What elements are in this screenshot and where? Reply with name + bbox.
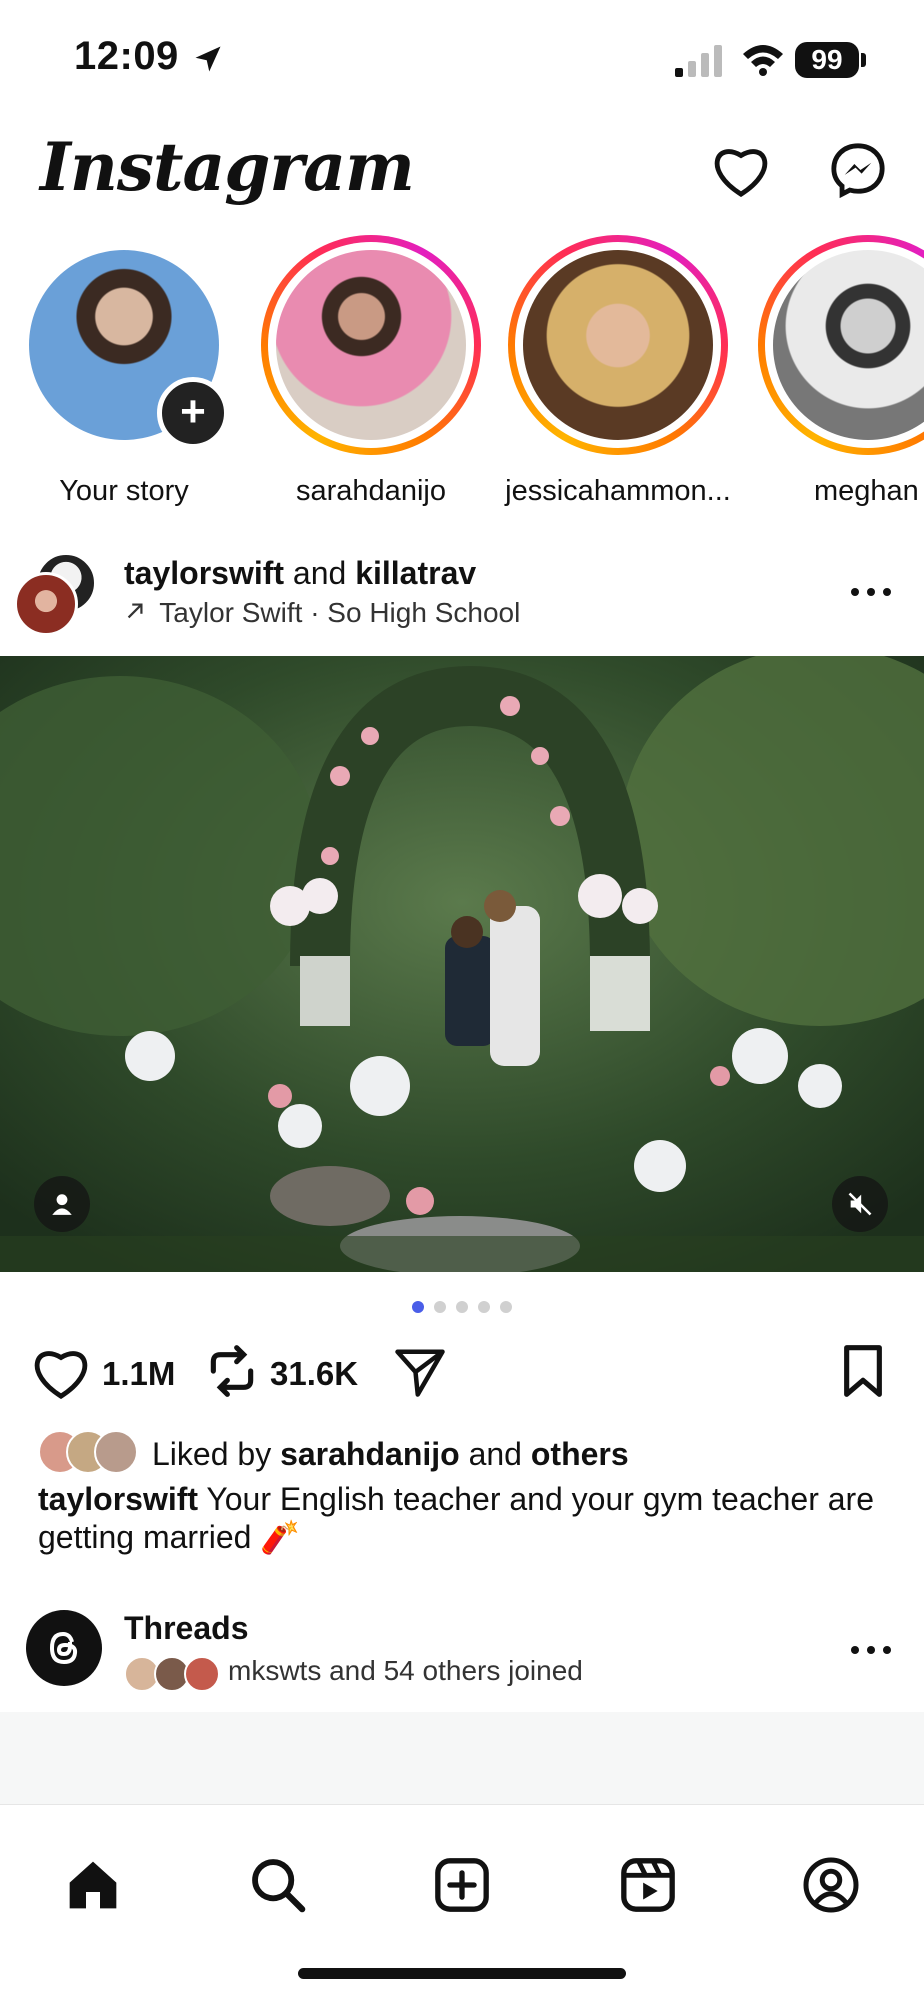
status-time: 12:09: [74, 34, 179, 78]
liked-by-user[interactable]: sarahdanijo: [280, 1436, 460, 1472]
liked-by-others[interactable]: others: [531, 1436, 629, 1472]
story-ring: [508, 235, 728, 455]
search-icon[interactable]: [240, 1847, 316, 1923]
carousel-dot: [500, 1301, 512, 1313]
send-icon: [395, 1349, 445, 1397]
story-jessicahammond[interactable]: jessicahammon...: [503, 235, 733, 508]
story-ring: [261, 235, 481, 455]
threads-logo-icon[interactable]: [26, 1610, 102, 1686]
author-name[interactable]: taylorswift: [124, 555, 284, 591]
mute-icon[interactable]: [832, 1176, 888, 1232]
carousel-dot: [434, 1301, 446, 1313]
add-story-icon[interactable]: +: [157, 377, 229, 449]
coauthor-name[interactable]: killatrav: [355, 555, 476, 591]
heart-icon: [34, 1351, 88, 1400]
avatar: [94, 1430, 138, 1474]
story-sarahdanijo[interactable]: sarahdanijo: [256, 235, 486, 508]
story-label: sarahdanijo: [296, 475, 446, 507]
story-label: Your story: [59, 475, 189, 507]
avatar: [276, 250, 466, 440]
threads-title[interactable]: Threads: [124, 1610, 248, 1647]
battery-cap: [861, 53, 866, 67]
heart-icon[interactable]: [709, 138, 773, 202]
audio-label: Taylor Swift · So High School: [159, 597, 521, 628]
avatar: [773, 250, 924, 440]
reels-icon[interactable]: [610, 1847, 686, 1923]
location-arrow-icon: [193, 44, 223, 79]
threads-joined-avatars: [124, 1656, 224, 1692]
like-count[interactable]: 1.1M: [102, 1355, 175, 1393]
instagram-logo[interactable]: Instagram: [40, 128, 415, 206]
story-meghan[interactable]: meghan: [750, 235, 924, 508]
feed-separator: [0, 1712, 924, 1804]
story-ring: [758, 235, 924, 455]
profile-icon[interactable]: [793, 1847, 869, 1923]
story-your-story[interactable]: + Your story: [9, 235, 239, 508]
cellular-signal-icon: [673, 44, 725, 78]
battery-indicator: 99: [795, 42, 859, 78]
tagged-people-icon[interactable]: [34, 1176, 90, 1232]
liked-by-mid: and: [468, 1436, 522, 1472]
like-button[interactable]: [32, 1345, 90, 1404]
new-post-icon[interactable]: [424, 1847, 500, 1923]
post-authors[interactable]: taylorswift and killatrav: [124, 555, 476, 592]
carousel-indicator: [0, 1300, 924, 1318]
liked-by-avatars[interactable]: [38, 1430, 148, 1474]
liked-by-prefix: Liked by: [152, 1436, 272, 1472]
bookmark-icon: [844, 1345, 882, 1397]
author-avatar[interactable]: [14, 572, 78, 636]
wifi-icon: [741, 42, 785, 81]
more-options-icon[interactable]: [846, 574, 896, 615]
save-button[interactable]: [838, 1343, 888, 1404]
repost-icon: [210, 1345, 254, 1397]
home-indicator[interactable]: [298, 1968, 626, 1979]
home-icon[interactable]: [55, 1847, 131, 1923]
story-label: meghan: [814, 475, 919, 507]
share-button[interactable]: [392, 1345, 448, 1404]
audio-arrow-icon: [124, 597, 146, 629]
author-joiner: and: [292, 555, 347, 591]
threads-more-icon[interactable]: [846, 1632, 896, 1673]
carousel-dot: [412, 1301, 424, 1313]
caption-username[interactable]: taylorswift: [38, 1481, 198, 1517]
carousel-dot: [456, 1301, 468, 1313]
avatar: [523, 250, 713, 440]
carousel-dot: [478, 1301, 490, 1313]
avatar: [184, 1656, 220, 1692]
messenger-icon[interactable]: [826, 138, 890, 202]
threads-subtitle: mkswts and 54 others joined: [228, 1655, 583, 1686]
repost-button[interactable]: [204, 1342, 260, 1405]
story-label: jessicahammon...: [505, 475, 731, 507]
liked-by-text[interactable]: Liked by sarahdanijo and others: [152, 1436, 629, 1473]
audio-link[interactable]: Taylor Swift · So High School: [124, 597, 520, 629]
repost-count[interactable]: 31.6K: [270, 1355, 358, 1393]
post-caption: taylorswift Your English teacher and you…: [38, 1480, 898, 1556]
post-media[interactable]: [0, 656, 924, 1272]
